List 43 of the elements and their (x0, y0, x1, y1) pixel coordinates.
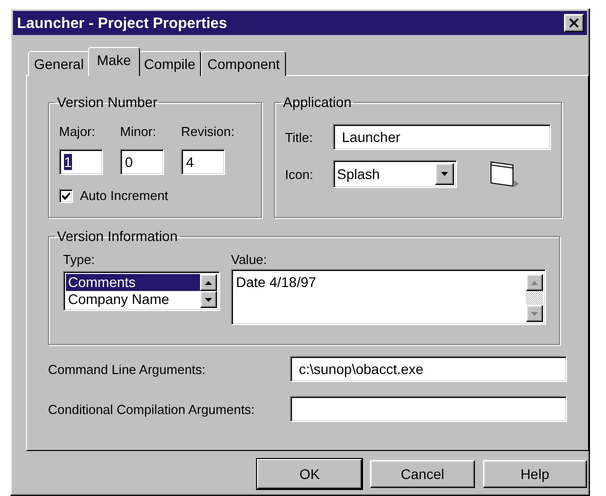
icon-dropdown[interactable]: Splash (333, 160, 457, 188)
tab[interactable]: General (28, 51, 90, 76)
scroll-down-icon (441, 172, 448, 176)
title-field[interactable]: Launcher (333, 124, 551, 150)
window-title: Launcher - Project Properties (17, 14, 228, 32)
group-title: Application (282, 94, 352, 110)
field-label: Icon: (285, 166, 314, 182)
field-label: Command Line Arguments: (48, 362, 206, 376)
close-button[interactable]: × (564, 14, 584, 32)
conditional-arguments-field[interactable] (290, 396, 567, 422)
list-item[interactable]: Company Name (66, 291, 200, 308)
field-label: Title: (285, 130, 313, 144)
group-title: Version Information (56, 228, 179, 244)
scroll-down-icon (205, 298, 212, 302)
command-line-field[interactable]: c:\sunop\obacct.exe (290, 356, 567, 382)
field-label: Major: (59, 124, 96, 139)
field-label: Conditional Compilation Arguments: (48, 402, 255, 416)
scroll-down-button[interactable] (200, 291, 217, 308)
type-list[interactable]: Comments Company Name (63, 271, 220, 311)
list-item[interactable]: Comments (66, 274, 200, 291)
checkbox-label: Auto Increment (80, 188, 168, 203)
window-icon (489, 160, 519, 188)
check-icon (62, 192, 70, 200)
group-title: Version Number (56, 94, 158, 110)
scroll-up-icon (531, 280, 538, 284)
field-label: Value: (231, 252, 268, 267)
field-label: Revision: (181, 124, 234, 139)
tab[interactable]: Component (201, 51, 286, 76)
field-label: Type: (63, 252, 96, 267)
dialog-button[interactable]: Help (482, 460, 588, 488)
value-field[interactable]: Date 4/18/97 (231, 269, 546, 325)
number-field[interactable]: 0 (120, 149, 164, 175)
field-label: Minor: (120, 124, 158, 139)
dialog-button[interactable]: Cancel (370, 460, 475, 488)
dialog-button[interactable]: OK (257, 459, 362, 489)
number-field[interactable]: 1 (59, 149, 103, 175)
scroll-up-icon (205, 280, 212, 284)
number-field[interactable]: 4 (181, 149, 225, 175)
checkbox[interactable] (59, 188, 73, 202)
tab[interactable]: Compile (138, 51, 202, 76)
tab[interactable]: Make (88, 47, 140, 76)
scroll-down-icon (531, 312, 538, 316)
scroll-up-button[interactable] (200, 274, 217, 291)
